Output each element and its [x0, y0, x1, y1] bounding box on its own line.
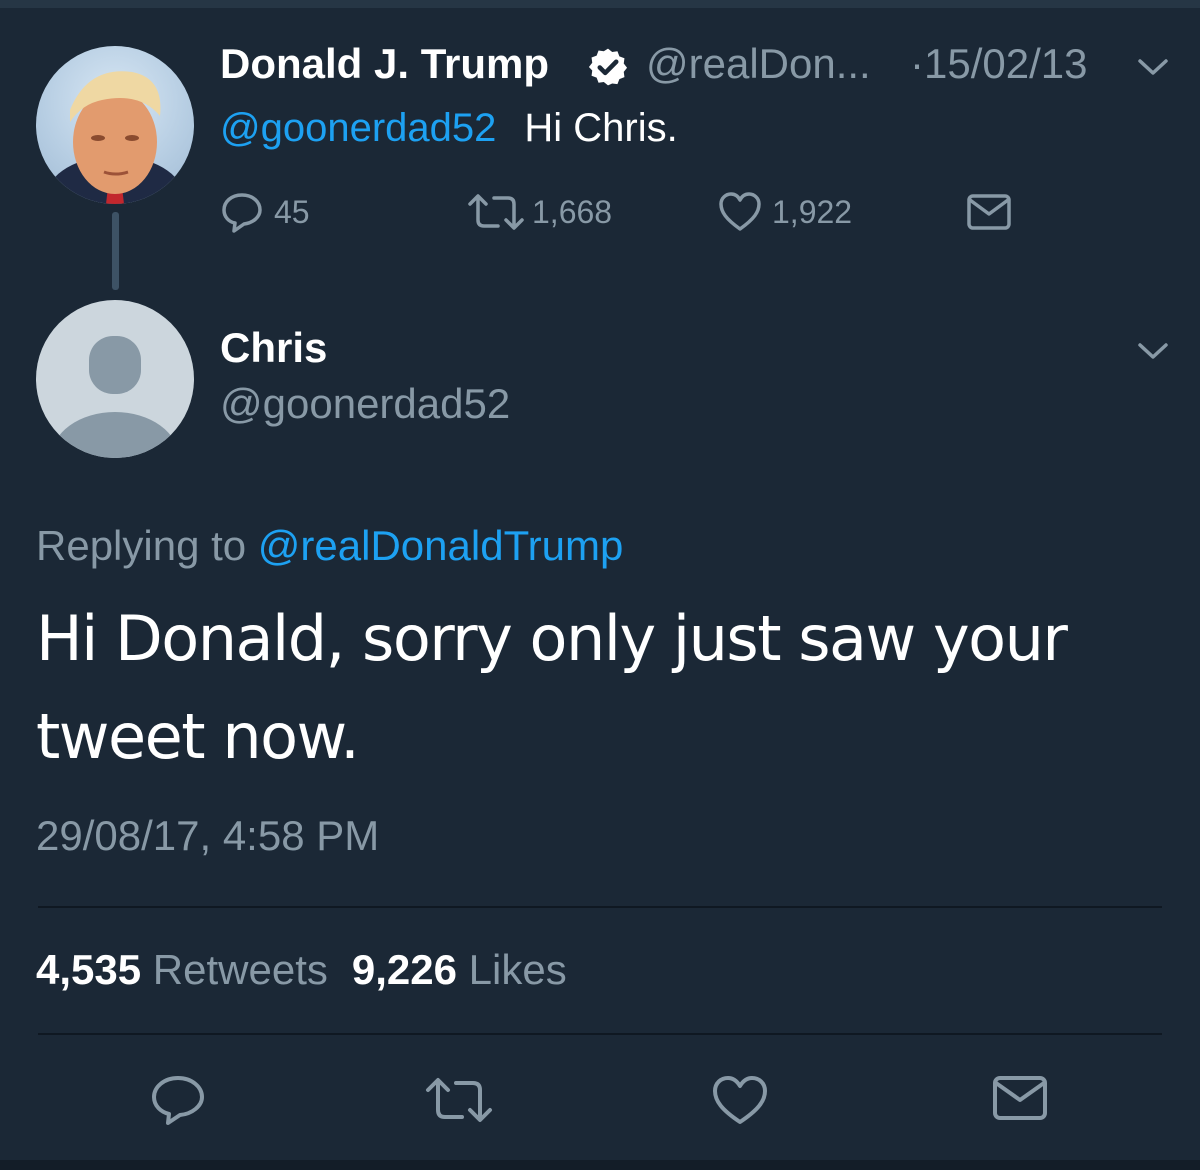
reply-tweet-text: Hi Donald, sorry only just saw your twee… — [36, 602, 1068, 773]
trump-avatar[interactable] — [36, 46, 194, 204]
replying-mention-link[interactable]: @realDonaldTrump — [258, 522, 624, 569]
retweets-label: Retweets — [152, 946, 328, 993]
likes-stat[interactable]: 9,226 Likes — [352, 946, 567, 993]
reply-timestamp[interactable]: 29/08/17, 4:58 PM — [36, 812, 379, 860]
thread-connector — [112, 212, 119, 290]
reply-count: 45 — [274, 193, 310, 230]
chevron-down-icon[interactable] — [1134, 336, 1172, 366]
avatar-placeholder-icon — [51, 336, 179, 458]
parent-date[interactable]: ·15/02/13 — [910, 40, 1087, 88]
verified-badge-icon — [588, 48, 628, 86]
reply-author-handle[interactable]: @goonerdad52 — [220, 380, 510, 428]
retweet-icon — [426, 1078, 492, 1122]
like-button[interactable] — [712, 1074, 768, 1126]
parent-tweet-text: @goonerdad52 Hi Chris. — [220, 106, 678, 151]
chevron-down-icon[interactable] — [1134, 52, 1172, 82]
parent-reply-button[interactable]: 45 — [220, 190, 310, 234]
like-icon — [713, 1076, 767, 1124]
replying-label: Replying to — [36, 522, 247, 569]
top-border — [0, 0, 1200, 8]
direct-message-icon — [993, 1076, 1047, 1120]
parent-author-handle[interactable]: @realDon... — [646, 40, 871, 88]
reply-icon — [152, 1076, 204, 1125]
engagement-stats: 4,535 Retweets 9,226 Likes — [36, 946, 567, 994]
chris-avatar[interactable] — [36, 300, 194, 458]
likes-count: 9,226 — [351, 946, 457, 993]
like-count: 1,922 — [772, 193, 853, 230]
mention-link[interactable]: @goonerdad52 — [220, 106, 496, 150]
parent-tweet-body: Hi Chris. — [524, 106, 678, 150]
reply-button[interactable] — [150, 1074, 206, 1126]
divider — [38, 906, 1162, 908]
parent-like-button[interactable]: 1,922 — [718, 190, 852, 234]
parent-retweet-button[interactable]: 1,668 — [466, 190, 612, 234]
bottom-edge — [0, 1160, 1200, 1170]
parent-dm-button[interactable] — [966, 190, 1012, 234]
parent-author-name[interactable]: Donald J. Trump — [220, 40, 549, 88]
direct-message-icon — [967, 194, 1011, 230]
retweets-count: 4,535 — [36, 946, 142, 993]
replying-to-line: Replying to @realDonaldTrump — [36, 522, 623, 570]
retweet-icon — [468, 194, 524, 230]
divider — [38, 1033, 1162, 1035]
likes-label: Likes — [468, 946, 567, 993]
avatar-portrait-image — [47, 71, 183, 204]
direct-message-button[interactable] — [992, 1074, 1048, 1126]
like-icon — [719, 192, 761, 231]
retweet-button[interactable] — [424, 1074, 492, 1126]
reply-icon — [222, 193, 262, 233]
retweet-count: 1,668 — [532, 193, 613, 230]
reply-author-name[interactable]: Chris — [220, 324, 327, 372]
retweets-stat[interactable]: 4,535 Retweets — [36, 946, 328, 993]
